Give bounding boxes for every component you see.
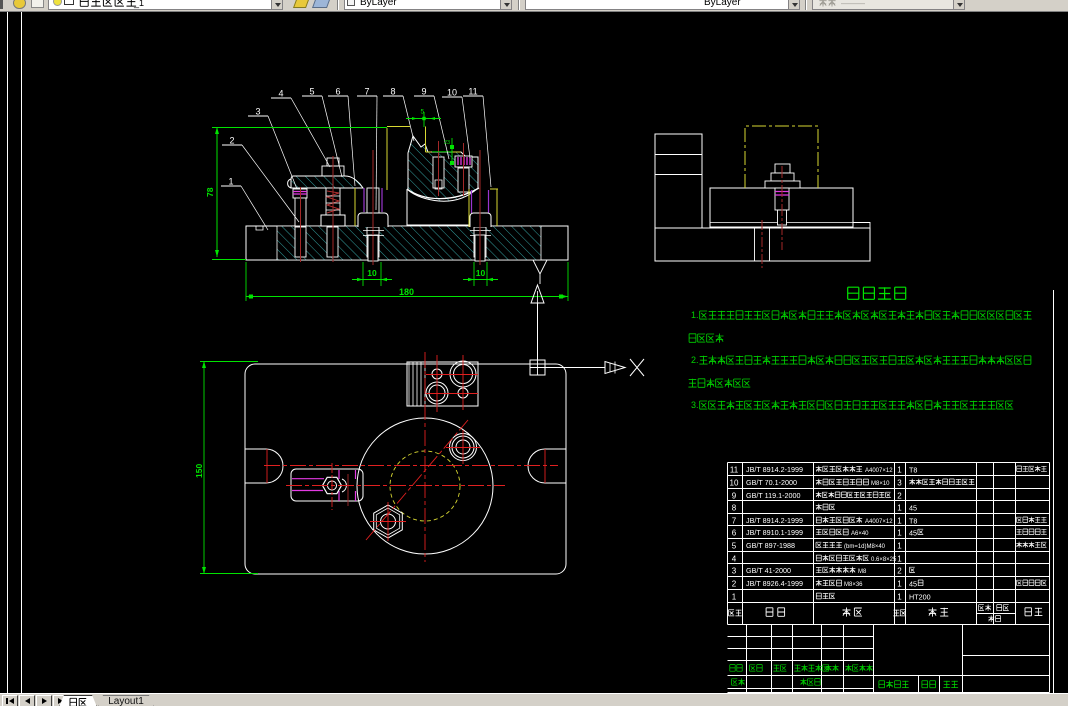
- svg-text:8: 8: [732, 504, 737, 513]
- svg-text:11: 11: [730, 466, 739, 475]
- svg-text:A4007×12: A4007×12: [865, 519, 893, 525]
- svg-text:10: 10: [730, 479, 739, 488]
- svg-text:3.: 3.: [691, 400, 699, 410]
- svg-text:T8: T8: [909, 517, 917, 526]
- svg-text:9: 9: [732, 492, 737, 501]
- svg-text:78: 78: [205, 187, 215, 197]
- svg-text:6: 6: [335, 87, 340, 97]
- svg-text:10: 10: [476, 268, 486, 278]
- svg-text:1: 1: [897, 529, 902, 538]
- svg-text:8: 8: [390, 87, 395, 97]
- svg-text:HT200: HT200: [909, 593, 931, 602]
- svg-text:1.: 1.: [691, 310, 699, 320]
- svg-text:5: 5: [732, 542, 737, 551]
- svg-text:7: 7: [364, 87, 369, 97]
- svg-text:M8×10: M8×10: [871, 481, 890, 487]
- svg-text:23: 23: [444, 140, 450, 146]
- svg-text:A6×40: A6×40: [851, 531, 869, 537]
- svg-text:M8×36: M8×36: [844, 582, 863, 588]
- svg-text:0.6×8×25: 0.6×8×25: [871, 557, 897, 563]
- svg-text:1: 1: [897, 517, 902, 526]
- svg-text:2: 2: [897, 492, 902, 501]
- svg-text:2: 2: [897, 567, 902, 576]
- svg-text:3: 3: [255, 107, 260, 117]
- svg-text:(bm=1d)M8×40: (bm=1d)M8×40: [844, 544, 886, 550]
- svg-text:10: 10: [367, 268, 377, 278]
- svg-text:1: 1: [897, 542, 902, 551]
- svg-text:2.: 2.: [691, 355, 699, 365]
- svg-text:1: 1: [897, 504, 902, 513]
- svg-text:6: 6: [732, 529, 737, 538]
- svg-text:1: 1: [732, 593, 737, 602]
- svg-text:150: 150: [194, 464, 204, 478]
- svg-text:A4007×12: A4007×12: [865, 468, 893, 474]
- svg-text:GB/T 41-2000: GB/T 41-2000: [746, 566, 791, 575]
- svg-text:4: 4: [732, 555, 737, 564]
- svg-text:7: 7: [732, 517, 737, 526]
- svg-text:GB/T 70.1-2000: GB/T 70.1-2000: [746, 478, 797, 487]
- svg-text:GB/T 119.1-2000: GB/T 119.1-2000: [746, 491, 800, 500]
- svg-text:5: 5: [421, 109, 425, 116]
- svg-text:JB/T 8926.4-1999: JB/T 8926.4-1999: [746, 579, 803, 588]
- svg-text:9: 9: [421, 87, 426, 97]
- svg-text:1: 1: [897, 555, 902, 564]
- svg-text:10: 10: [447, 88, 457, 98]
- svg-text:GB/T 897-1988: GB/T 897-1988: [746, 541, 795, 550]
- svg-text:T8: T8: [909, 466, 917, 475]
- svg-text:45: 45: [909, 529, 917, 538]
- svg-text:1: 1: [897, 466, 902, 475]
- svg-text:3: 3: [897, 479, 902, 488]
- svg-text:11: 11: [468, 87, 477, 97]
- svg-text:1: 1: [228, 177, 233, 187]
- svg-text:M8: M8: [858, 569, 867, 575]
- svg-text:4: 4: [278, 89, 283, 99]
- svg-text:3: 3: [732, 567, 737, 576]
- svg-text:2: 2: [229, 136, 234, 146]
- svg-text:45: 45: [909, 504, 917, 513]
- svg-text:5: 5: [309, 87, 314, 97]
- svg-text:1: 1: [897, 580, 902, 589]
- svg-text:45: 45: [909, 580, 917, 589]
- svg-text:JB/T 8910.1-1999: JB/T 8910.1-1999: [746, 528, 803, 537]
- svg-text:2: 2: [732, 580, 737, 589]
- svg-text:JB/T 8914.2-1999: JB/T 8914.2-1999: [746, 465, 803, 474]
- svg-text:1: 1: [897, 593, 902, 602]
- svg-text:JB/T 8914.2-1999: JB/T 8914.2-1999: [746, 516, 803, 525]
- svg-text:180: 180: [399, 287, 414, 297]
